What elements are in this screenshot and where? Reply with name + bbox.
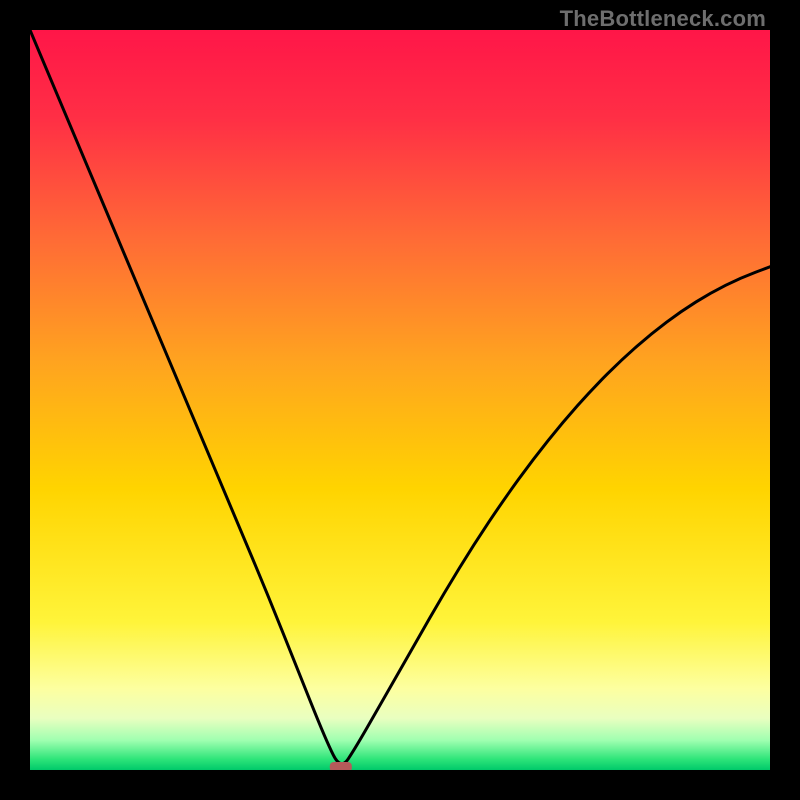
chart-frame <box>30 30 770 770</box>
watermark-text: TheBottleneck.com <box>560 6 766 32</box>
gradient-fill <box>30 30 770 770</box>
bottleneck-chart <box>30 30 770 770</box>
optimum-marker <box>330 762 352 770</box>
